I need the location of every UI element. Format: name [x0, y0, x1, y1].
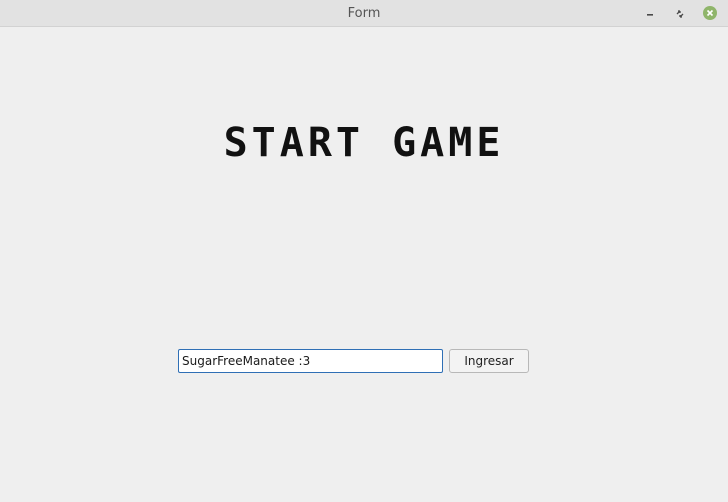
title-bar[interactable]: Form [0, 0, 728, 27]
ingresar-button[interactable]: Ingresar [449, 349, 529, 373]
app-window: Form START GAME SugarFreeManatee:3 Ingr… [0, 0, 728, 502]
minimize-icon [645, 4, 655, 23]
close-button[interactable] [701, 4, 719, 22]
restore-icon [675, 4, 685, 23]
close-icon [703, 6, 717, 20]
maximize-button[interactable] [671, 4, 689, 22]
start-game-heading: START GAME [0, 123, 728, 163]
minimize-button[interactable] [641, 4, 659, 22]
window-title: Form [347, 6, 381, 21]
player-name-input[interactable] [178, 349, 443, 373]
form-content: START GAME Ingresar [0, 27, 728, 502]
start-game-title: START GAME [224, 123, 505, 163]
